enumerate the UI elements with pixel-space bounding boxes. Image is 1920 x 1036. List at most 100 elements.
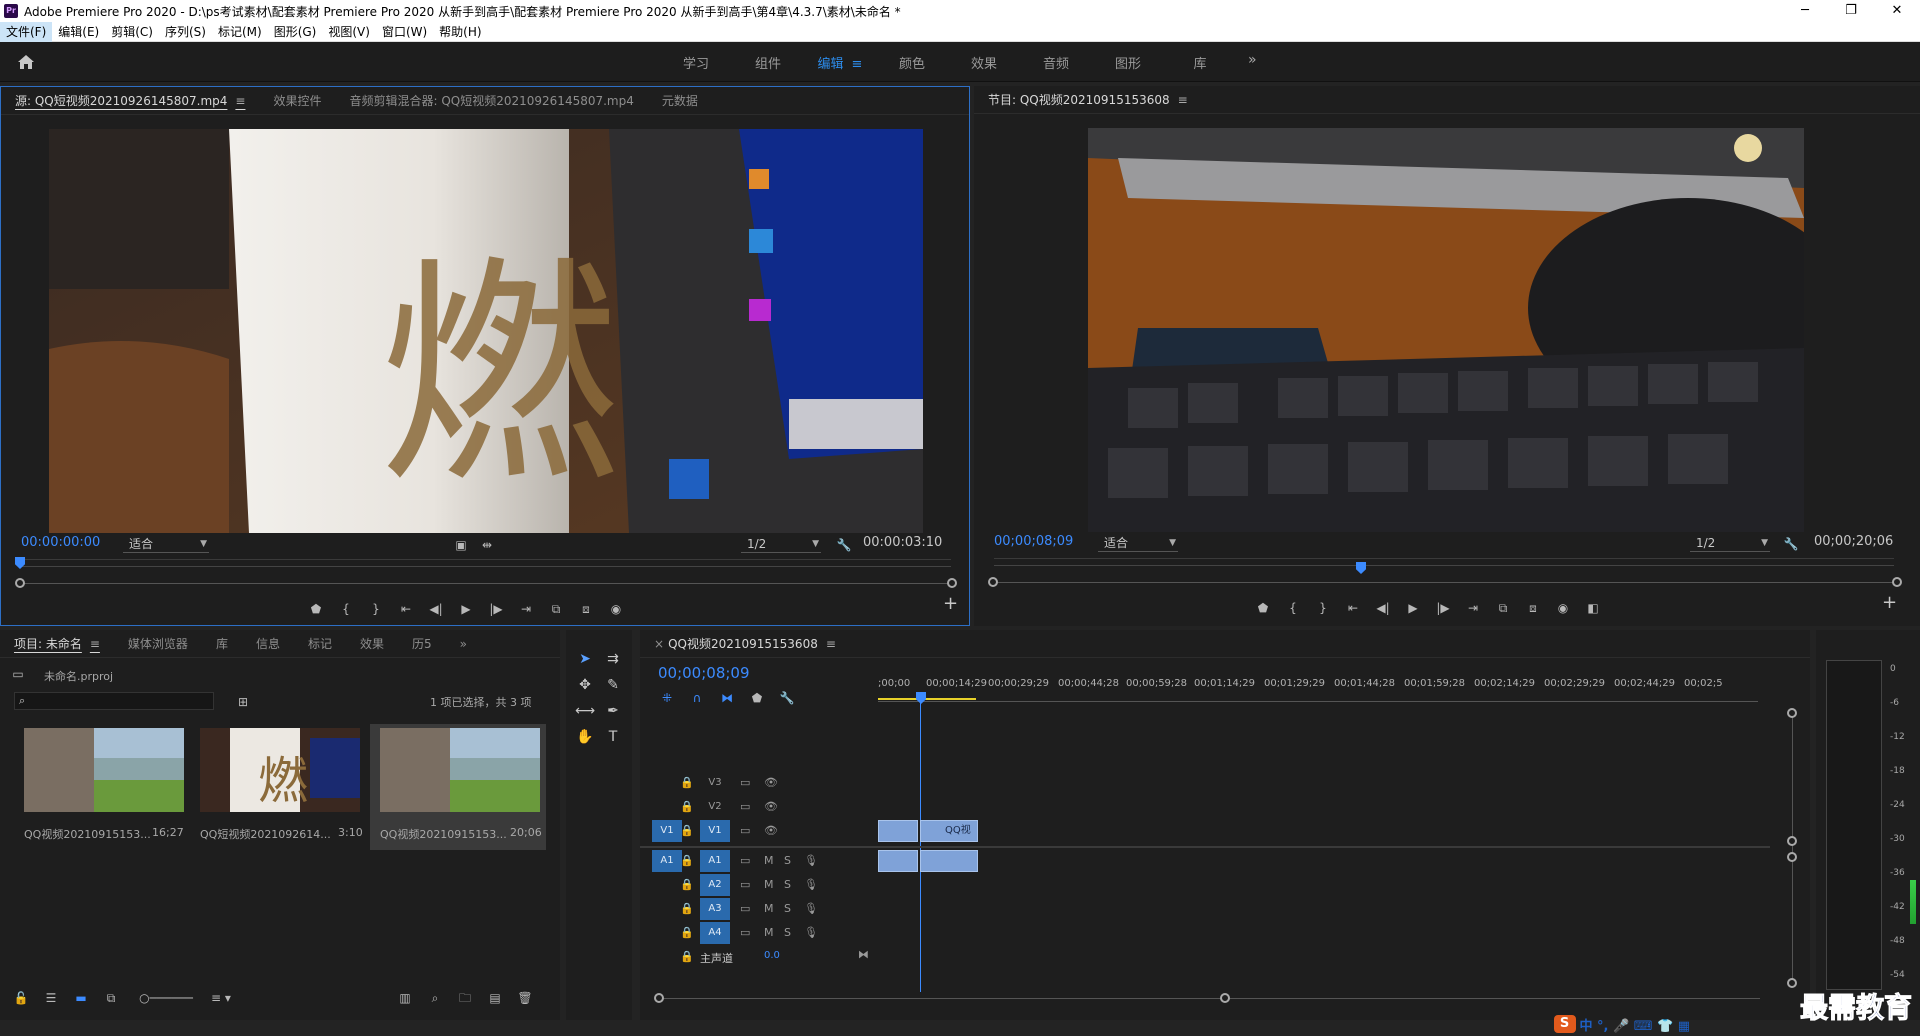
menu-view[interactable]: 视图(V) bbox=[322, 22, 376, 42]
panel-menu-icon[interactable]: ≡ bbox=[1178, 93, 1188, 107]
video-scroll-handle-bottom[interactable] bbox=[1787, 836, 1797, 846]
voice-over-mic-icon[interactable]: 🎙 bbox=[804, 854, 818, 867]
hand-tool-icon[interactable]: ✋ bbox=[574, 726, 596, 748]
program-zoom-scrollbar[interactable] bbox=[994, 582, 1894, 583]
timeline-vertical-scrollbar[interactable] bbox=[1792, 714, 1793, 980]
track-label-v1[interactable]: V1 bbox=[700, 820, 730, 842]
track-label-v2[interactable]: V2 bbox=[700, 796, 730, 818]
toggle-sync-lock-icon[interactable]: ▭ bbox=[740, 776, 750, 789]
tab-audio-clip-mixer[interactable]: 音频剪辑混合器: QQ短视频20210926145807.mp4 bbox=[335, 92, 647, 109]
track-lock-icon[interactable]: 🔒 bbox=[680, 926, 694, 939]
go-to-out-icon[interactable]: ⇥ bbox=[511, 599, 541, 619]
video-clip[interactable] bbox=[878, 820, 918, 842]
button-editor-plus-icon[interactable]: + bbox=[943, 593, 958, 614]
tab-markers[interactable]: 标记 bbox=[294, 635, 346, 652]
program-time-ruler[interactable] bbox=[994, 558, 1894, 572]
toggle-sync-lock-icon[interactable]: ▭ bbox=[740, 878, 750, 891]
mute-button[interactable]: M bbox=[764, 902, 774, 915]
workspace-graphics[interactable]: 图形 bbox=[1092, 53, 1164, 72]
workspace-editing[interactable]: 编辑 ≡ bbox=[804, 53, 876, 72]
add-marker-icon[interactable]: ⬟ bbox=[1248, 598, 1278, 618]
voice-over-mic-icon[interactable]: 🎙 bbox=[804, 926, 818, 939]
panel-menu-icon[interactable]: ≡ bbox=[235, 94, 245, 108]
go-to-out-icon[interactable]: ⇥ bbox=[1458, 598, 1488, 618]
source-fit-dropdown[interactable]: 适合 ▼ bbox=[123, 535, 209, 553]
zoom-slider[interactable]: ○────── bbox=[126, 988, 206, 1008]
solo-button[interactable]: S bbox=[784, 926, 791, 939]
track-lock-icon[interactable]: 🔒 bbox=[680, 824, 694, 837]
tab-effects[interactable]: 效果 bbox=[346, 635, 398, 652]
tab-info[interactable]: 信息 bbox=[242, 635, 294, 652]
audio-scroll-handle-bottom[interactable] bbox=[1787, 978, 1797, 988]
toggle-sync-lock-icon[interactable]: ▭ bbox=[740, 800, 750, 813]
track-select-tool-icon[interactable]: ⇉ bbox=[602, 648, 624, 670]
toggle-sync-lock-icon[interactable]: ▭ bbox=[740, 926, 750, 939]
slip-tool-icon[interactable]: ⟷ bbox=[574, 700, 596, 722]
menu-graphics[interactable]: 图形(G) bbox=[268, 22, 323, 42]
lift-icon[interactable]: ⧉ bbox=[1488, 598, 1518, 618]
step-forward-icon[interactable]: |▶ bbox=[1428, 598, 1458, 618]
mark-in-icon[interactable]: { bbox=[331, 599, 361, 619]
timeline-playhead-handle[interactable] bbox=[916, 692, 926, 704]
ime-status[interactable]: 中 °, 🎤 ⌨ 👕 ▦ bbox=[1580, 1015, 1691, 1034]
program-resolution-dropdown[interactable]: 1/2 ▼ bbox=[1690, 534, 1770, 552]
track-lock-icon[interactable]: 🔒 bbox=[680, 854, 694, 867]
snap-icon[interactable]: ∩ bbox=[682, 688, 712, 708]
menu-sequence[interactable]: 序列(S) bbox=[159, 22, 212, 42]
source-scroll-handle-left[interactable] bbox=[15, 578, 25, 588]
source-patch-a1[interactable]: A1 bbox=[652, 850, 682, 872]
menu-edit[interactable]: 编辑(E) bbox=[52, 22, 105, 42]
tab-program[interactable]: 节目: QQ视频20210915153608 ≡ bbox=[974, 91, 1202, 108]
audio-clip[interactable] bbox=[878, 850, 918, 872]
master-volume-value[interactable]: 0.0 bbox=[764, 950, 780, 961]
timeline-horizontal-scrollbar[interactable] bbox=[660, 998, 1760, 999]
solo-button[interactable]: S bbox=[784, 878, 791, 891]
timeline-scroll-handle-right[interactable] bbox=[1220, 993, 1230, 1003]
ime-logo-icon[interactable]: S bbox=[1553, 1015, 1576, 1033]
play-icon[interactable]: ▶ bbox=[1398, 598, 1428, 618]
more-workspaces-icon[interactable]: » bbox=[1248, 52, 1257, 68]
toggle-sync-lock-icon[interactable]: ▭ bbox=[740, 902, 750, 915]
insert-sequence-as-nest-icon[interactable]: ⁜ bbox=[652, 688, 682, 708]
add-marker-icon[interactable]: ⬟ bbox=[301, 599, 331, 619]
track-lock-icon[interactable]: 🔒 bbox=[680, 878, 694, 891]
wrench-icon[interactable]: 🔧 bbox=[1776, 534, 1806, 554]
project-item-card[interactable]: QQ视频20210915153... 16;27 bbox=[14, 724, 184, 850]
track-label-a3[interactable]: A3 bbox=[700, 898, 730, 920]
project-item-card[interactable]: 燃 QQ短视频2021092614... 3:10 bbox=[190, 724, 363, 850]
tab-media-browser[interactable]: 媒体浏览器 bbox=[114, 635, 202, 652]
minimize-button[interactable]: ─ bbox=[1782, 0, 1828, 22]
mute-button[interactable]: M bbox=[764, 854, 774, 867]
audio-scroll-handle-top[interactable] bbox=[1787, 852, 1797, 862]
play-icon[interactable]: ▶ bbox=[451, 599, 481, 619]
tab-metadata[interactable]: 元数据 bbox=[648, 92, 712, 109]
track-label-a4[interactable]: A4 bbox=[700, 922, 730, 944]
icon-view-icon[interactable]: ▬ bbox=[66, 988, 96, 1008]
source-patch-v1[interactable]: V1 bbox=[652, 820, 682, 842]
lock-icon[interactable]: 🔓 bbox=[6, 988, 36, 1008]
wrench-icon[interactable]: 🔧 bbox=[829, 535, 859, 555]
voice-over-mic-icon[interactable]: 🎙 bbox=[804, 902, 818, 915]
menu-clip[interactable]: 剪辑(C) bbox=[105, 22, 159, 42]
sort-icon[interactable]: ≡ ▾ bbox=[206, 988, 236, 1008]
automate-to-sequence-icon[interactable]: ▥ bbox=[390, 988, 420, 1008]
program-scroll-handle-left[interactable] bbox=[988, 577, 998, 587]
video-scroll-handle-top[interactable] bbox=[1787, 708, 1797, 718]
solo-button[interactable]: S bbox=[784, 854, 791, 867]
source-time-ruler[interactable] bbox=[21, 559, 951, 573]
eye-icon[interactable]: 👁 bbox=[764, 824, 778, 837]
panel-menu-icon[interactable]: ≡ bbox=[90, 637, 100, 651]
menu-window[interactable]: 窗口(W) bbox=[376, 22, 433, 42]
program-fit-dropdown[interactable]: 适合 ▼ bbox=[1098, 534, 1178, 552]
workspace-menu-icon[interactable]: ≡ bbox=[852, 57, 863, 72]
search-input[interactable] bbox=[33, 693, 211, 709]
track-label-v3[interactable]: V3 bbox=[700, 772, 730, 794]
source-timecode[interactable]: 00:00:00:00 bbox=[21, 535, 100, 550]
more-panels-icon[interactable]: » bbox=[446, 637, 481, 651]
timeline-timecode[interactable]: 00;00;08;09 bbox=[658, 664, 750, 682]
solo-button[interactable]: S bbox=[784, 902, 791, 915]
menu-file[interactable]: 文件(F) bbox=[0, 21, 53, 42]
program-timecode[interactable]: 00;00;08;09 bbox=[994, 534, 1073, 549]
ripple-edit-tool-icon[interactable]: ✥ bbox=[574, 674, 596, 696]
timeline-settings-wrench-icon[interactable]: 🔧 bbox=[772, 688, 802, 708]
